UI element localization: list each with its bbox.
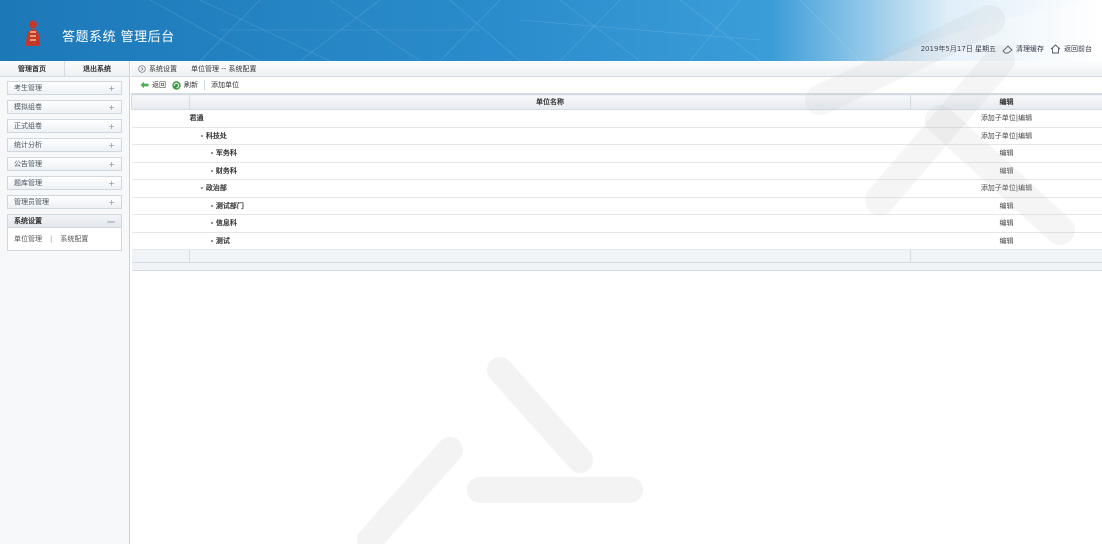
- back-frontend-button[interactable]: 返回前台: [1050, 44, 1092, 54]
- unit-action-link[interactable]: 添加子单位|编辑: [910, 127, 1102, 145]
- header-tools: 2019年5月17日 星期五 清理缓存 返回前台: [921, 44, 1092, 54]
- breadcrumb-section-label: 系统设置: [149, 64, 177, 73]
- back-frontend-label: 返回前台: [1064, 45, 1092, 53]
- unit-action-link[interactable]: 编辑: [910, 214, 1102, 233]
- table-header-blank: [131, 94, 190, 110]
- toolbar: 返回 刷新 添加单位: [131, 77, 1102, 94]
- app-header: 答题系统 管理后台 2019年5月17日 星期五 清理缓存 返回前台: [0, 0, 1102, 61]
- expand-icon: +: [108, 197, 115, 207]
- unit-name: - 政治部: [189, 179, 911, 198]
- clear-cache-label: 清理缓存: [1016, 45, 1044, 53]
- refresh-label: 刷新: [184, 81, 198, 89]
- table-row: - 测试 编辑: [131, 232, 1102, 250]
- sidebar-item-system-settings[interactable]: 系统设置 —: [7, 214, 122, 228]
- logout-link[interactable]: 退出系统: [64, 61, 129, 76]
- submenu-system-config[interactable]: 系统配置: [60, 234, 88, 244]
- table-row: - 科技处 添加子单位|编辑: [131, 127, 1102, 145]
- expand-icon: +: [108, 83, 115, 93]
- unit-action-link[interactable]: 编辑: [910, 162, 1102, 180]
- sidebar-item-label: 公告管理: [14, 160, 42, 168]
- logo-icon: [26, 20, 40, 46]
- unit-table: 单位名称 编辑 君通 添加子单位|编辑 - 科技处 添加子单位|编辑 - 军务科…: [131, 94, 1102, 271]
- table-row: - 信息科 编辑: [131, 214, 1102, 233]
- unit-action-link[interactable]: 编辑: [910, 232, 1102, 250]
- submenu-separator: |: [50, 235, 53, 243]
- breadcrumb-section: 系统设置: [138, 64, 177, 74]
- expand-icon: +: [108, 159, 115, 169]
- table-row: 君通 添加子单位|编辑: [131, 109, 1102, 128]
- home-icon: [1050, 44, 1061, 54]
- back-arrow-icon: [140, 81, 149, 89]
- sidebar-menu: 考生管理 + 模拟组卷 + 正式组卷 + 统计分析 + 公告管理 + 题库管理 …: [0, 77, 129, 251]
- main-content: 系统设置 单位管理 -- 系统配置 返回 刷新 添加单位 单位名称 编辑 君通 …: [131, 61, 1102, 544]
- sidebar-item-label: 题库管理: [14, 179, 42, 187]
- table-header-row: 单位名称 编辑: [131, 94, 1102, 110]
- refresh-icon: [172, 80, 181, 90]
- add-unit-button[interactable]: 添加单位: [211, 80, 239, 90]
- circle-arrow-icon: [138, 64, 146, 73]
- sidebar-item-label: 模拟组卷: [14, 103, 42, 111]
- sidebar-item-notices[interactable]: 公告管理 +: [7, 157, 122, 171]
- admin-home-link[interactable]: 管理首页: [0, 61, 64, 76]
- sidebar-top-nav: 管理首页 退出系统: [0, 61, 129, 77]
- table-header-name: 单位名称: [189, 94, 911, 110]
- unit-name: - 科技处: [189, 127, 911, 145]
- table-row: - 军务科 编辑: [131, 144, 1102, 163]
- unit-name: - 信息科: [189, 214, 911, 233]
- sidebar-item-label: 统计分析: [14, 141, 42, 149]
- sidebar-item-candidates[interactable]: 考生管理 +: [7, 81, 122, 95]
- expand-icon: +: [108, 102, 115, 112]
- unit-name: - 财务科: [189, 162, 911, 180]
- unit-name: - 测试部门: [189, 197, 911, 215]
- expand-icon: +: [108, 178, 115, 188]
- submenu-unit-management[interactable]: 单位管理: [14, 234, 42, 244]
- table-footer-row: [131, 249, 1102, 263]
- sidebar-item-question-bank[interactable]: 题库管理 +: [7, 176, 122, 190]
- refresh-button[interactable]: 刷新: [172, 80, 198, 90]
- app-title: 答题系统 管理后台: [62, 30, 175, 45]
- sidebar-item-label: 考生管理: [14, 84, 42, 92]
- expand-icon: +: [108, 121, 115, 131]
- unit-action-link[interactable]: 编辑: [910, 144, 1102, 163]
- unit-action-link[interactable]: 编辑: [910, 197, 1102, 215]
- table-footer-bar: [131, 262, 1102, 271]
- collapse-icon: —: [107, 216, 115, 226]
- breadcrumb-path: 单位管理 -- 系统配置: [191, 64, 257, 73]
- table-row: - 测试部门 编辑: [131, 197, 1102, 215]
- unit-name: - 测试: [189, 232, 911, 250]
- table-row: - 政治部 添加子单位|编辑: [131, 179, 1102, 198]
- expand-icon: +: [108, 140, 115, 150]
- back-button[interactable]: 返回: [140, 80, 166, 90]
- unit-name: - 军务科: [189, 144, 911, 163]
- sidebar-item-admins[interactable]: 管理员管理 +: [7, 195, 122, 209]
- table-row: - 财务科 编辑: [131, 162, 1102, 180]
- sidebar-item-formal-paper[interactable]: 正式组卷 +: [7, 119, 122, 133]
- system-settings-submenu: 单位管理 | 系统配置: [7, 228, 122, 251]
- sidebar-item-label: 正式组卷: [14, 122, 42, 130]
- date-text: 2019年5月17日 星期五: [920, 45, 996, 53]
- eraser-icon: [1002, 44, 1013, 53]
- sidebar-item-label: 系统设置: [14, 217, 42, 225]
- breadcrumb: 系统设置 单位管理 -- 系统配置: [131, 61, 1102, 77]
- toolbar-divider: [204, 80, 205, 90]
- unit-name: 君通: [189, 109, 911, 128]
- unit-action-link[interactable]: 添加子单位|编辑: [910, 179, 1102, 198]
- clear-cache-button[interactable]: 清理缓存: [1002, 44, 1044, 54]
- unit-action-link[interactable]: 添加子单位|编辑: [910, 109, 1102, 128]
- sidebar-item-statistics[interactable]: 统计分析 +: [7, 138, 122, 152]
- sidebar-item-mock-paper[interactable]: 模拟组卷 +: [7, 100, 122, 114]
- back-label: 返回: [152, 81, 166, 89]
- sidebar: 管理首页 退出系统 考生管理 + 模拟组卷 + 正式组卷 + 统计分析 + 公告…: [0, 61, 130, 544]
- sidebar-item-label: 管理员管理: [14, 198, 49, 206]
- table-header-edit: 编辑: [910, 94, 1102, 110]
